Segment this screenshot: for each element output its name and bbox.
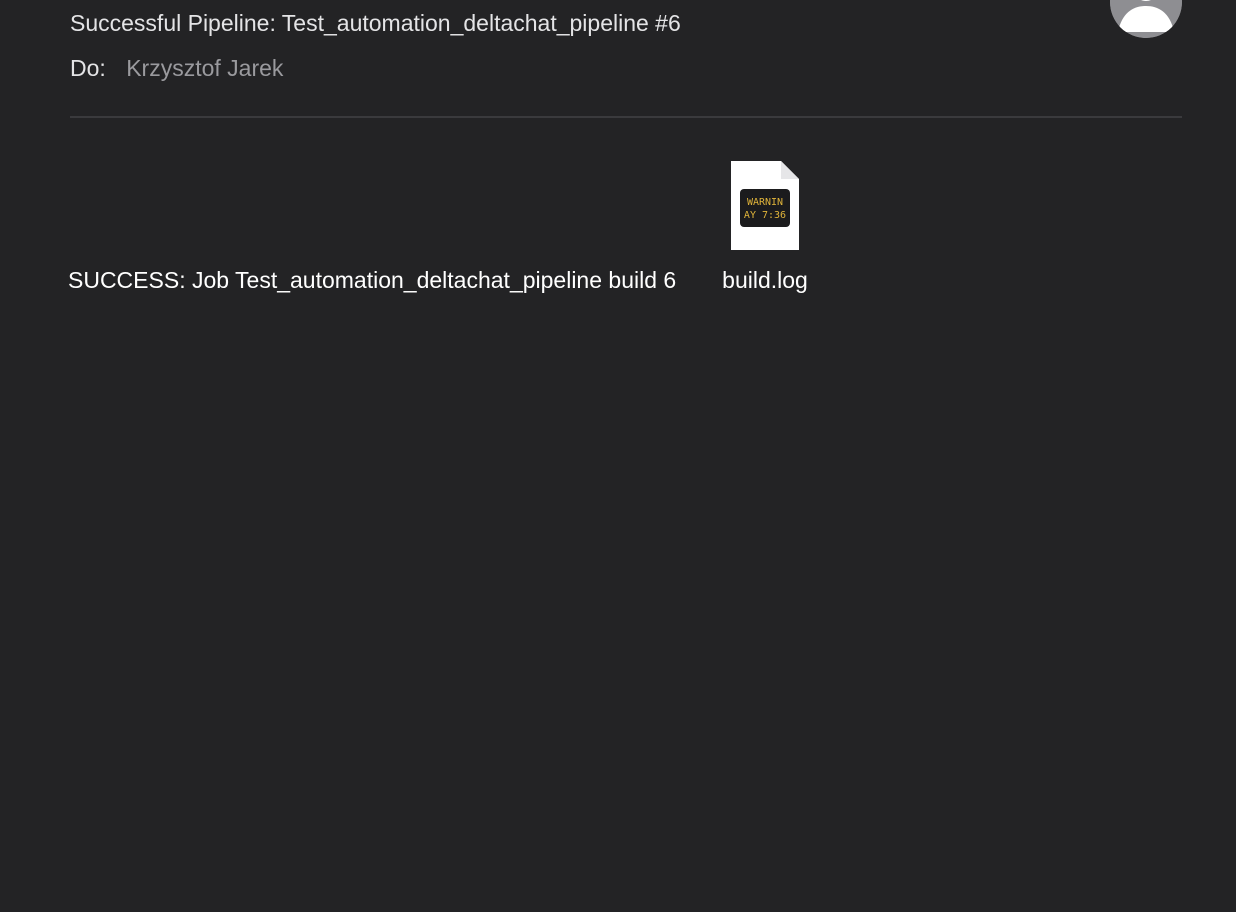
preview-line-2: AY 7:36 <box>744 210 786 221</box>
message-body: SUCCESS: Job Test_automation_deltachat_p… <box>68 267 677 293</box>
recipient-label: Do: <box>70 55 106 81</box>
recipient-name[interactable]: Krzysztof Jarek <box>126 55 283 81</box>
message-subject: Successful Pipeline: Test_automation_del… <box>70 10 681 36</box>
person-avatar-icon <box>1110 0 1182 38</box>
attachment-build-log[interactable]: WARNIN AY 7:36 build.log <box>700 160 830 300</box>
sender-avatar[interactable] <box>1110 0 1182 38</box>
mail-message-view: Successful Pipeline: Test_automation_del… <box>0 0 1236 912</box>
header-divider <box>70 116 1182 118</box>
attachment-file-name: build.log <box>722 267 808 293</box>
console-log-file-icon: WARNIN AY 7:36 <box>731 161 799 250</box>
recipient-row: Do: Krzysztof Jarek <box>70 55 283 82</box>
preview-line-1: WARNIN <box>747 197 783 208</box>
